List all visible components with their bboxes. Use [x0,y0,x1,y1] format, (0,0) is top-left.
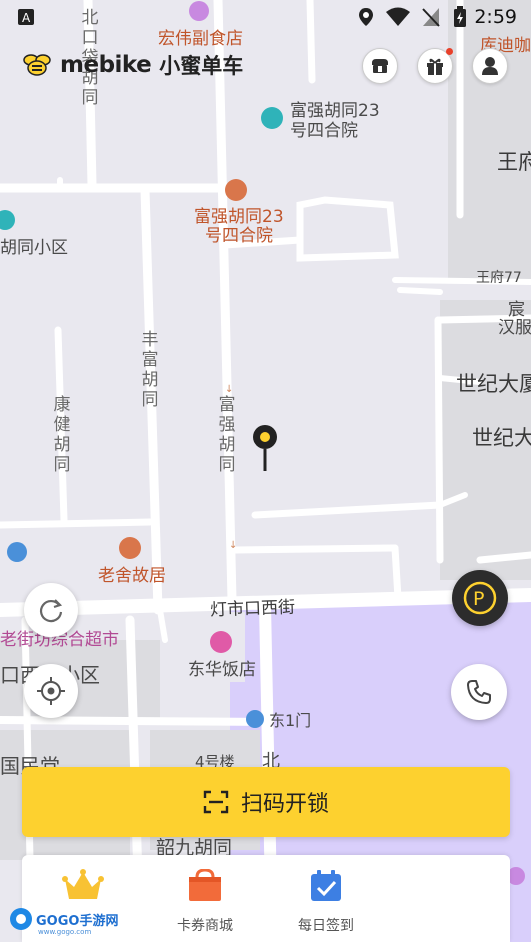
parking-letter: P [473,588,484,610]
tab-daily-checkin-label: 每日签到 [298,918,354,934]
tab-daily-checkin[interactable]: 每日签到 [281,869,371,935]
gift-button[interactable] [417,48,453,84]
poi-hanfu[interactable]: 汉服 [498,318,531,338]
locate-icon [37,677,65,705]
poi-fuqiang-top-2: 号四合院 [290,121,358,141]
scan-unlock-button[interactable]: 扫码开锁 [22,767,510,837]
clock: 2:59 [474,6,517,28]
refresh-icon [39,599,63,623]
status-bar: A 2:59 [0,0,531,34]
gift-notification-dot [446,48,453,55]
signal-off-icon [422,8,440,27]
poi-hutong-community[interactable]: 胡同小区 [0,238,68,258]
poi-gate[interactable]: 东1门 [269,711,311,731]
phone-icon [467,680,491,704]
poi-donghua[interactable]: 东华饭店 [188,660,256,680]
street-kangjian: 康健胡同 [53,395,71,475]
gift-icon [427,58,443,75]
parking-button[interactable]: P [452,570,508,626]
locate-button[interactable] [24,664,78,718]
svg-text:↓: ↓ [225,384,233,395]
scan-unlock-label: 扫码开锁 [240,792,329,817]
profile-icon [482,57,498,75]
poi-chen: 宸 [508,300,525,320]
brand-name-cn: 小蜜单车 [159,54,244,78]
calendar-check-icon [311,870,341,901]
street-fuqiang: 富强胡同 [218,395,236,475]
poi-fuqiang-mid-1[interactable]: 富强胡同23 [194,207,284,227]
notification-icon: A [18,9,34,25]
watermark: GOGO手游网 www.gogo.com [8,906,119,936]
profile-button[interactable] [472,48,508,84]
battery-icon [454,6,466,27]
app-screen: ↓ ↓ 宏伟副食店 库迪咖 北口袋胡同 富强胡同23 号四合院 富强胡同23 号… [0,0,531,942]
svg-text:↓: ↓ [229,540,237,551]
poi-fuqiang-mid-2: 号四合院 [205,226,273,246]
street-fengfu: 丰富胡同 [141,330,159,410]
coupon-shop-icon [189,868,221,901]
phone-button[interactable] [451,664,507,720]
brand-name: mebike [60,52,152,78]
bee-logo-icon [23,54,51,76]
watermark-logo-icon [10,908,32,930]
location-status-icon [359,8,373,26]
app-logo: mebike 小蜜单车 [22,50,243,80]
wifi-icon [386,7,410,26]
poi-laoshe[interactable]: 老舍故居 [98,566,166,586]
parking-icon: P [463,581,497,615]
street-dengshikou: 灯市口西街 [209,597,296,621]
poi-shiji-1[interactable]: 世纪大厦 [456,374,531,395]
poi-wangfu[interactable]: 王府 [497,152,531,173]
shop-icon [372,59,388,73]
refresh-button[interactable] [24,583,78,637]
watermark-sub: www.gogo.com [38,928,92,936]
poi-fuqiang-top-1[interactable]: 富强胡同23 [290,101,380,121]
svg-text:A: A [22,11,31,25]
crown-icon [62,869,104,899]
tab-coupon-shop[interactable]: 卡券商城 [160,868,250,935]
poi-wangfu77[interactable]: 王府77 [476,268,522,288]
watermark-text: GOGO手游网 [36,913,119,929]
tab-coupon-shop-label: 卡券商城 [177,918,233,934]
shop-button[interactable] [362,48,398,84]
poi-shiji-2[interactable]: 世纪大 [472,428,531,449]
scan-icon [203,790,229,814]
